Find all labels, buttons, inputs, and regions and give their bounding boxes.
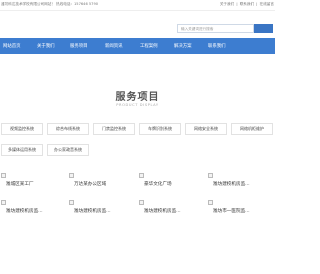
broken-image-icon [69, 173, 74, 178]
divider: | [256, 2, 258, 6]
broken-image-icon [1, 200, 6, 205]
nav-news[interactable]: 新闻资讯 [105, 43, 123, 49]
project-title[interactable]: 潍坊市一医院监... [213, 208, 274, 214]
project-card[interactable]: 潍坊建校机房监... [1, 200, 67, 224]
nav-about[interactable]: 关于我们 [37, 43, 55, 49]
search-input[interactable]: 输入关键词进行搜索 [177, 24, 254, 33]
project-card[interactable]: 万达某办公区域 [69, 173, 135, 197]
category-row: 多媒体运用系统 办公家政音系统 [1, 144, 274, 156]
broken-image-icon [139, 173, 144, 178]
category-tab[interactable]: 网络机柜维护 [231, 123, 273, 135]
nav-services[interactable]: 服务项目 [70, 43, 88, 49]
project-title[interactable]: 潍城区某工厂 [6, 181, 67, 187]
category-tab[interactable]: 视频监控系统 [1, 123, 43, 135]
broken-image-icon [1, 173, 6, 178]
about-link[interactable]: 关于我们 [220, 2, 234, 6]
divider: | [236, 2, 238, 6]
nav-contact[interactable]: 联系我们 [208, 43, 226, 49]
category-tab[interactable]: 车牌识别系统 [139, 123, 181, 135]
project-title[interactable]: 万达某办公区域 [74, 181, 135, 187]
project-title[interactable]: 潍坊建校机房监... [6, 208, 67, 214]
project-card[interactable]: 潍坊建校机房监... [69, 200, 135, 224]
category-tab[interactable]: 多媒体运用系统 [1, 144, 43, 156]
project-title[interactable]: 潍坊建校机房监... [74, 208, 135, 214]
project-card[interactable]: 潍坊市一医院监... [208, 200, 274, 224]
top-links: 关于我们 | 联系我们 | 在线留言 [219, 2, 274, 7]
top-info-bar: 潍坊科达技术学校有限公司网站！ 热线电话：157646 5790 关于我们 | … [0, 0, 275, 11]
category-row: 视频监控系统 综合布线系统 门禁监控系统 车牌识别系统 网络安全系统 网络机柜维… [1, 123, 274, 135]
project-title[interactable]: 潍坊建校机房监... [213, 181, 274, 187]
project-card[interactable]: 潍坊建校机房监... [208, 173, 274, 197]
project-title[interactable]: 潍坊建校机房监... [144, 208, 205, 214]
nav-solutions[interactable]: 解决方案 [174, 43, 192, 49]
message-link[interactable]: 在线留言 [260, 2, 274, 6]
project-card[interactable]: 潍城区某工厂 [1, 173, 67, 197]
category-tab[interactable]: 门禁监控系统 [93, 123, 135, 135]
category-tab[interactable]: 办公家政音系统 [47, 144, 89, 156]
broken-image-icon [208, 200, 213, 205]
project-card[interactable]: 潍坊建校机房监... [139, 200, 205, 224]
broken-image-icon [69, 200, 74, 205]
search-button[interactable] [254, 24, 273, 33]
broken-image-icon [139, 200, 144, 205]
contact-link[interactable]: 联系我们 [240, 2, 254, 6]
nav-cases[interactable]: 工程案例 [140, 43, 158, 49]
main-navigation: 网站首页 关于我们 服务项目 新闻资讯 工程案例 解决方案 联系我们 [0, 38, 275, 54]
services-heading: 服务项目 [115, 92, 160, 103]
broken-image-icon [208, 173, 213, 178]
services-subheading: PRODUCT DISPLAY [116, 103, 159, 107]
category-tab[interactable]: 网络安全系统 [185, 123, 227, 135]
project-title[interactable]: 豪华文化广场 [144, 181, 205, 187]
nav-home[interactable]: 网站首页 [3, 43, 21, 49]
hotline-text: 潍坊科达技术学校有限公司网站！ 热线电话：157646 5790 [1, 2, 99, 6]
project-card[interactable]: 豪华文化广场 [139, 173, 205, 197]
category-tab[interactable]: 综合布线系统 [47, 123, 89, 135]
